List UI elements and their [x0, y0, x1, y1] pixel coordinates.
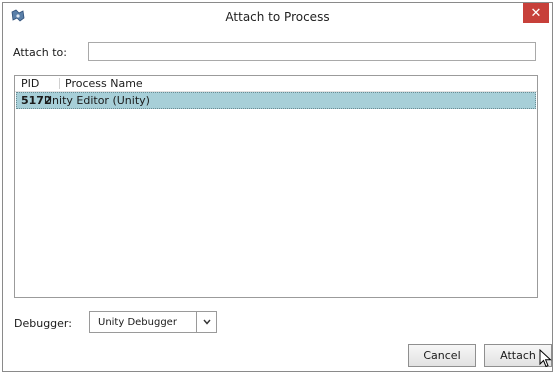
process-list[interactable]: PID Process Name 5172 Unity Editor (Unit… — [14, 75, 538, 298]
debugger-select[interactable]: Unity Debugger — [89, 311, 217, 333]
debugger-label: Debugger: — [14, 317, 72, 330]
debugger-selected-value: Unity Debugger — [98, 317, 177, 328]
process-row[interactable]: 5172 Unity Editor (Unity) — [16, 92, 536, 109]
attach-to-label: Attach to: — [13, 46, 67, 59]
attach-to-input[interactable] — [88, 42, 536, 61]
attach-to-process-dialog: Attach to Process ✕ Attach to: PID Proce… — [2, 2, 553, 372]
column-header-process-name[interactable]: Process Name — [65, 77, 143, 90]
close-button[interactable]: ✕ — [523, 3, 549, 23]
column-header-pid[interactable]: PID — [21, 77, 39, 90]
mouse-pointer-icon — [539, 349, 552, 368]
window-title: Attach to Process — [225, 10, 330, 24]
cancel-button[interactable]: Cancel — [408, 344, 476, 367]
title-bar: Attach to Process ✕ — [3, 3, 552, 30]
chevron-down-icon[interactable] — [196, 312, 216, 332]
column-divider[interactable] — [59, 78, 60, 89]
process-name: Unity Editor (Unity) — [44, 94, 150, 107]
close-icon: ✕ — [530, 5, 542, 21]
list-header: PID Process Name — [15, 76, 537, 92]
